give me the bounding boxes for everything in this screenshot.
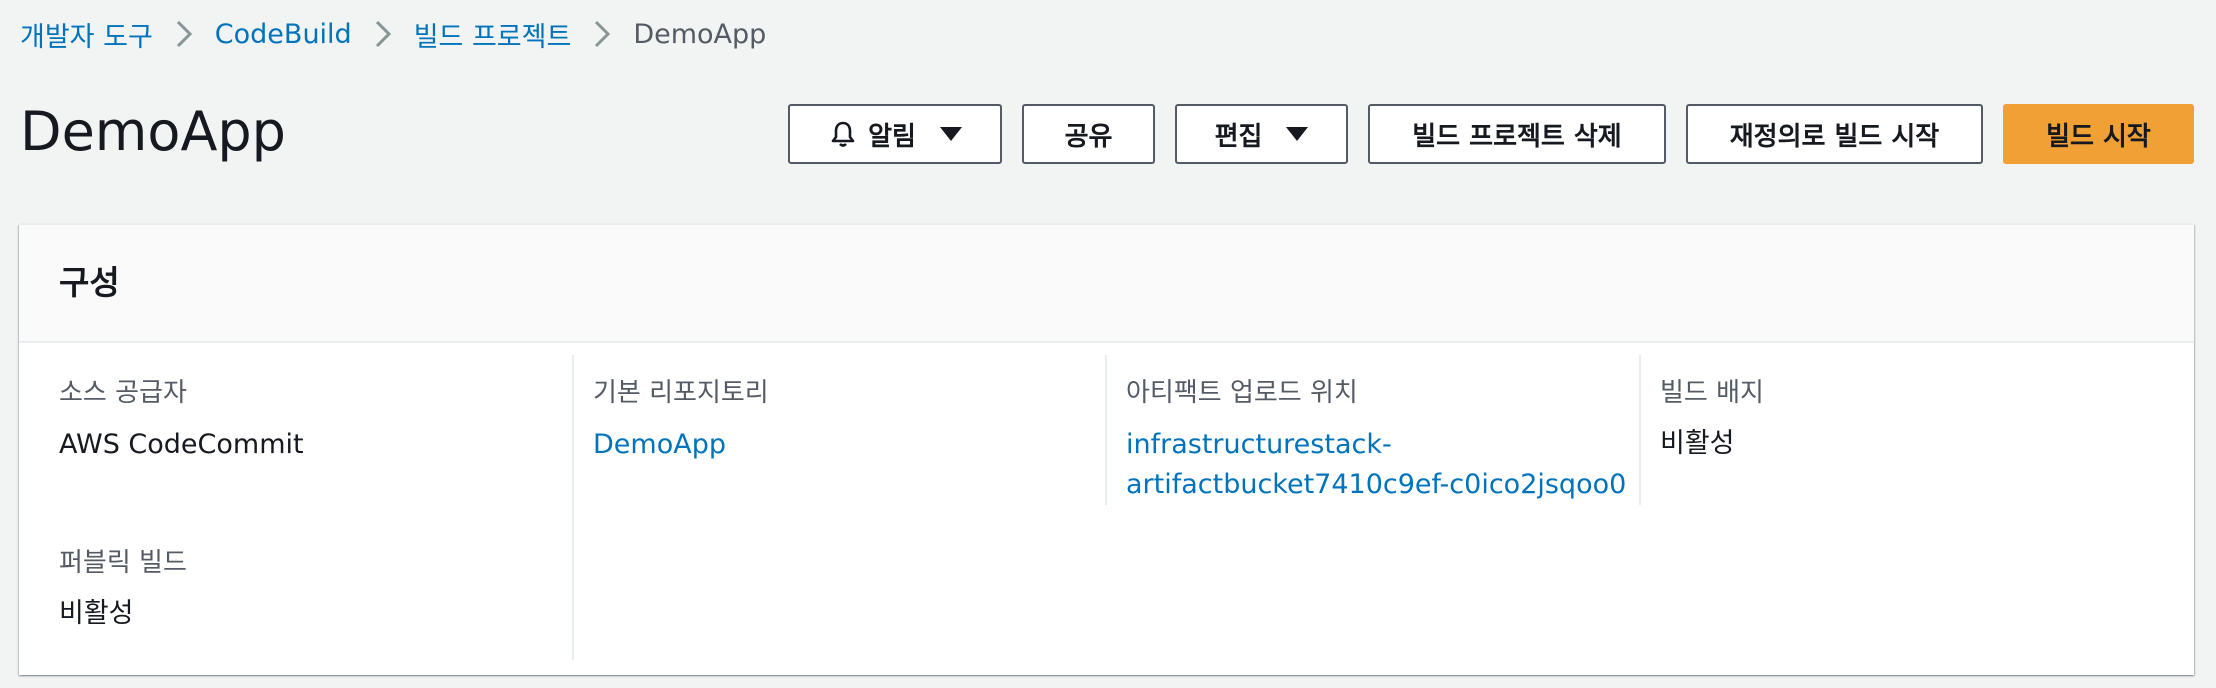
breadcrumb-current: DemoApp <box>633 18 767 50</box>
page-title: DemoApp <box>20 100 286 163</box>
breadcrumb-link-codebuild[interactable]: CodeBuild <box>215 19 352 50</box>
breadcrumb-link-developer-tools[interactable]: 개발자 도구 <box>20 15 153 54</box>
delete-project-button[interactable]: 빌드 프로젝트 삭제 <box>1368 104 1666 164</box>
artifact-location-line-2: artifactbucket7410c9ef-c0ico2jsqoo0 <box>1126 469 1627 500</box>
start-build-with-overrides-button[interactable]: 재정의로 빌드 시작 <box>1686 104 1983 164</box>
start-build-button-label: 빌드 시작 <box>2046 121 2151 152</box>
caret-down-icon <box>939 127 962 141</box>
artifact-location-link[interactable]: infrastructurestack- <box>1126 425 1392 465</box>
column-divider <box>1639 355 1641 505</box>
primary-repository-label: 기본 리포지토리 <box>593 378 769 408</box>
public-build-value: 비활성 <box>59 598 134 629</box>
artifact-location-label: 아티팩트 업로드 위치 <box>1126 378 1358 408</box>
artifact-location-line-1: infrastructurestack- <box>1126 429 1392 460</box>
share-button[interactable]: 공유 <box>1022 104 1155 164</box>
column-divider <box>572 355 574 660</box>
notify-button[interactable]: 알림 <box>788 104 1002 164</box>
caret-down-icon <box>1286 127 1309 141</box>
artifact-location-link-continued[interactable]: artifactbucket7410c9ef-c0ico2jsqoo0 <box>1126 465 1626 505</box>
panel-header: 구성 <box>19 225 2194 343</box>
breadcrumb-link-build-projects[interactable]: 빌드 프로젝트 <box>414 15 572 54</box>
chevron-right-icon <box>571 12 633 56</box>
bell-icon <box>828 119 858 149</box>
chevron-right-icon <box>352 12 414 56</box>
start-build-with-overrides-button-label: 재정의로 빌드 시작 <box>1729 121 1940 152</box>
panel-title: 구성 <box>59 263 120 302</box>
build-badge-label: 빌드 배지 <box>1660 378 1764 408</box>
public-build-label: 퍼블릭 빌드 <box>59 548 187 578</box>
edit-button-label: 편집 <box>1214 121 1263 152</box>
edit-button[interactable]: 편집 <box>1175 104 1348 164</box>
primary-repository-link[interactable]: DemoApp <box>593 425 726 465</box>
source-provider-value: AWS CodeCommit <box>59 429 304 460</box>
delete-project-button-label: 빌드 프로젝트 삭제 <box>1412 121 1622 152</box>
notify-button-label: 알림 <box>868 121 916 152</box>
source-provider-label: 소스 공급자 <box>59 378 187 408</box>
build-badge-value: 비활성 <box>1660 428 1735 459</box>
breadcrumb: 개발자 도구 CodeBuild 빌드 프로젝트 DemoApp <box>20 12 766 56</box>
column-divider <box>1105 355 1107 505</box>
share-button-label: 공유 <box>1064 121 1113 152</box>
configuration-panel: 구성 소스 공급자 AWS CodeCommit 퍼블릭 빌드 비활성 기본 리… <box>19 224 2194 675</box>
chevron-right-icon <box>153 12 215 56</box>
start-build-button[interactable]: 빌드 시작 <box>2003 104 2194 164</box>
